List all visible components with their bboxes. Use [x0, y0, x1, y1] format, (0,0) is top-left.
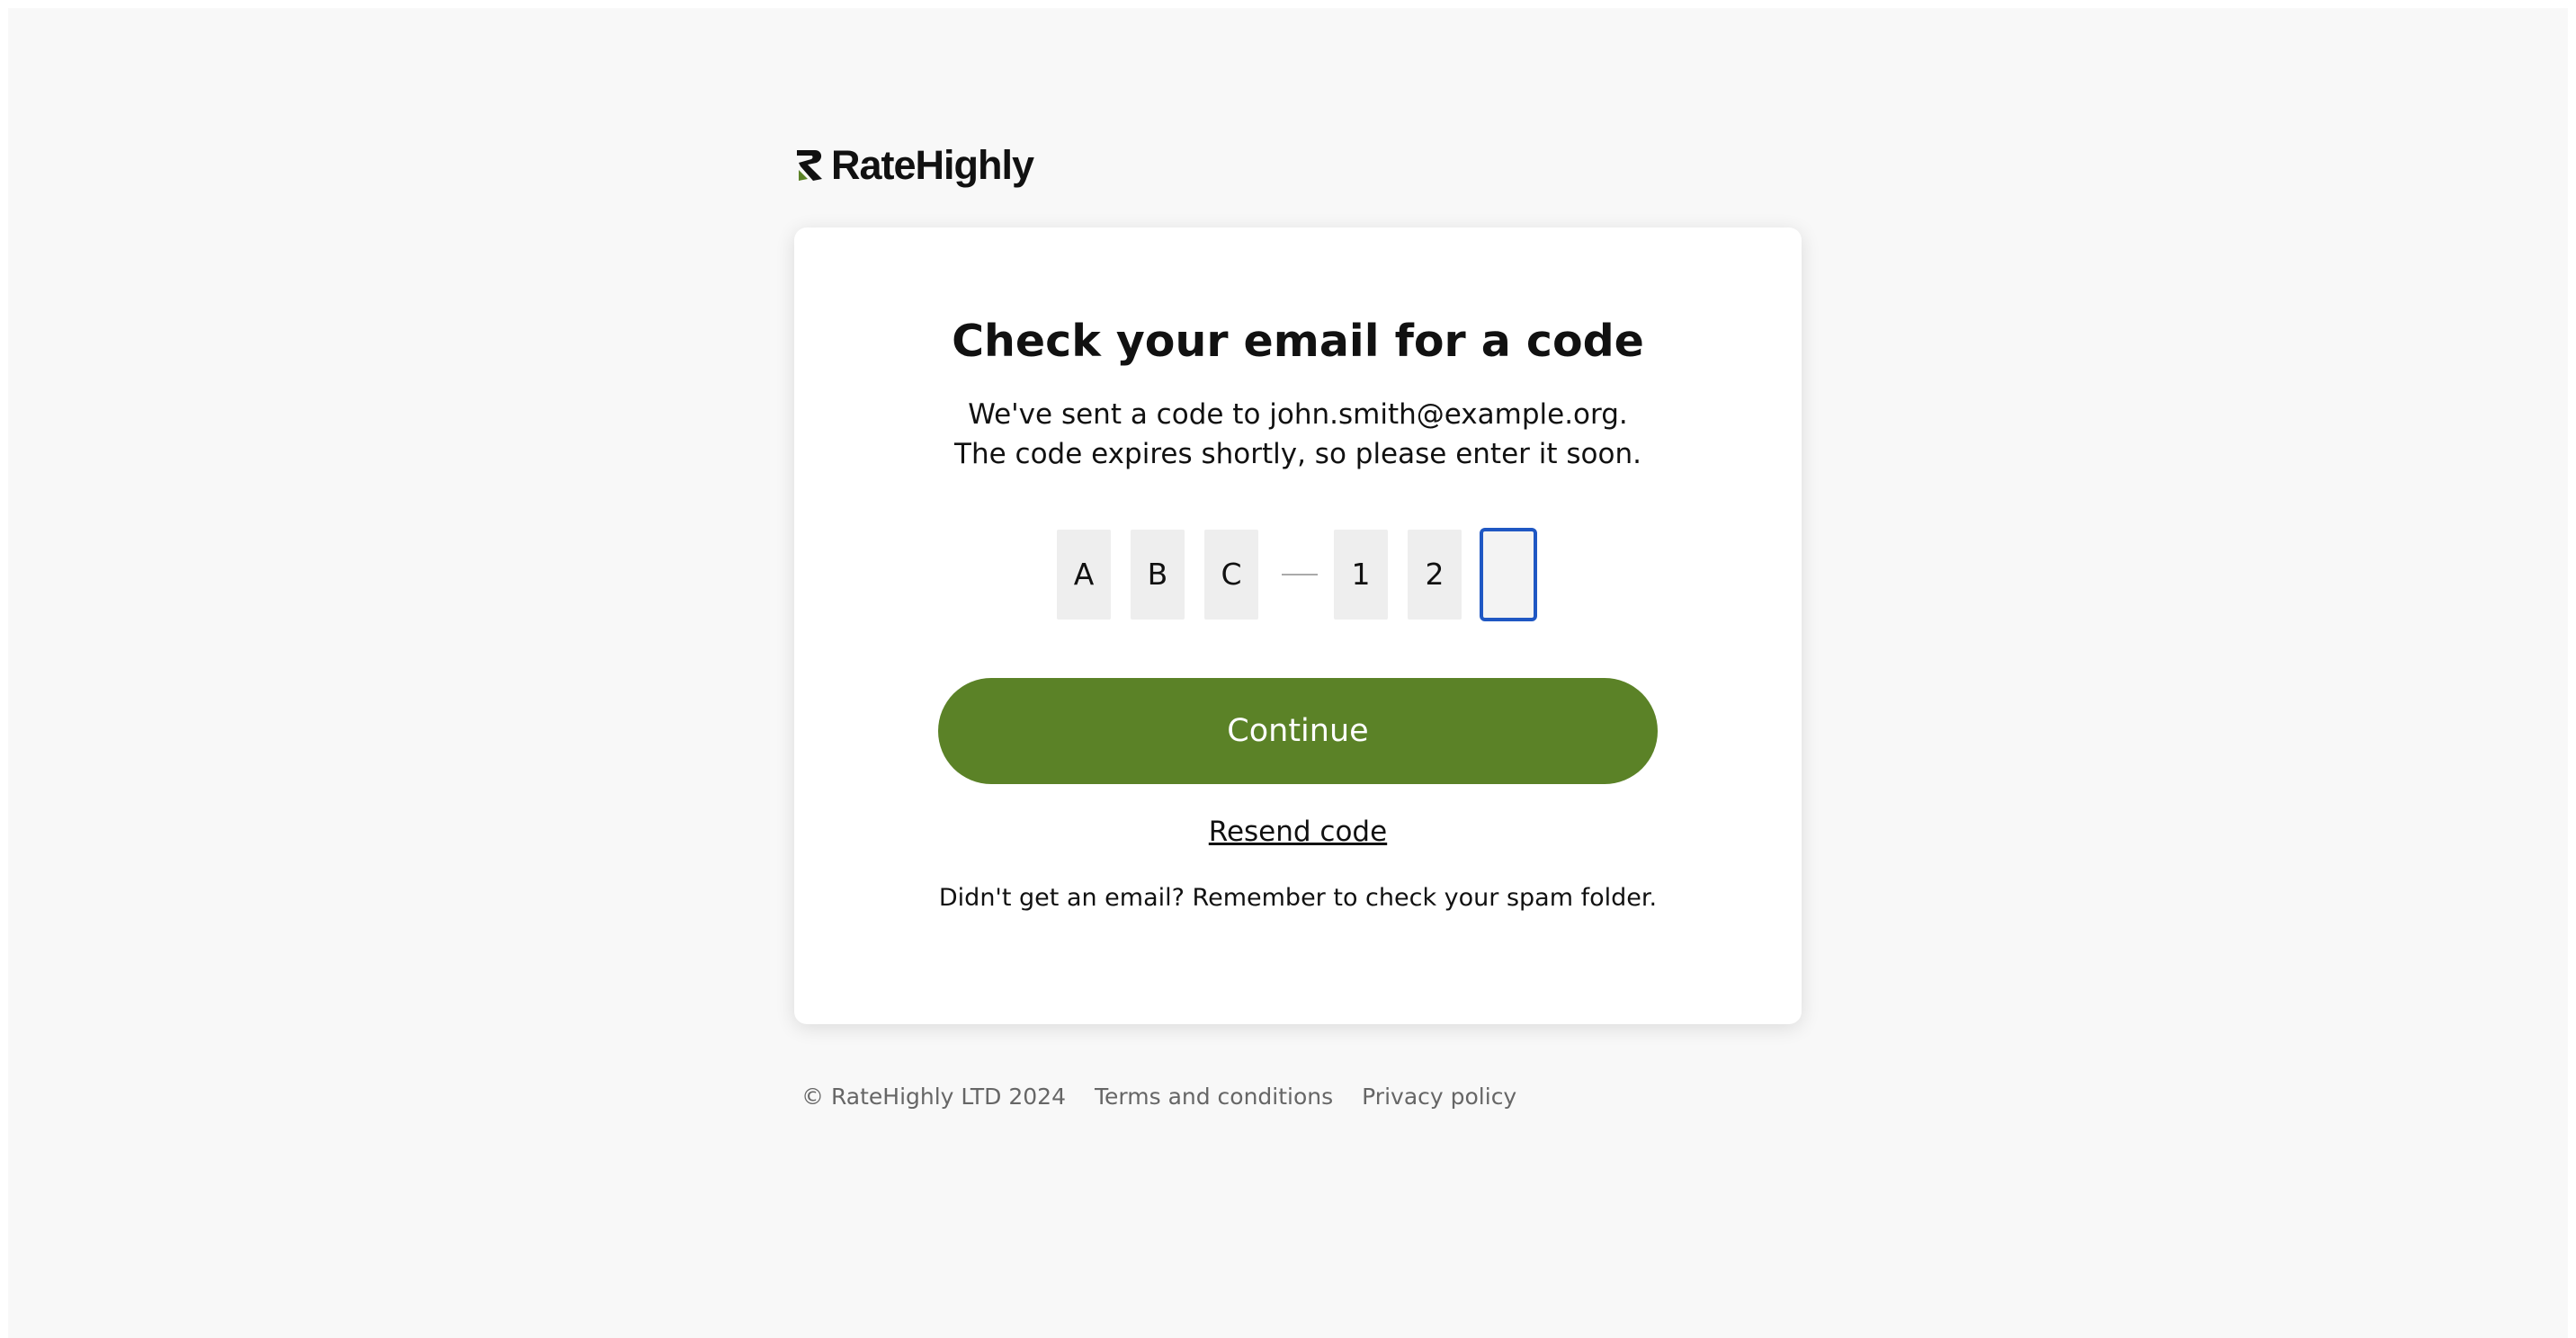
spam-note: Didn't get an email? Remember to check y… [938, 884, 1658, 912]
resend-code-container: Resend code [794, 816, 1802, 848]
code-digit-4[interactable]: 1 [1334, 530, 1388, 620]
resend-code-link[interactable]: Resend code [1209, 816, 1387, 848]
code-digit-5[interactable]: 2 [1408, 530, 1462, 620]
privacy-link[interactable]: Privacy policy [1362, 1084, 1516, 1110]
code-digit-1[interactable]: A [1057, 530, 1111, 620]
copyright-text: © RateHighly LTD 2024 [801, 1084, 1066, 1110]
continue-button[interactable]: Continue [938, 678, 1658, 784]
brand-logo[interactable]: RateHighly [795, 142, 1034, 188]
page-background: RateHighly Check your email for a code W… [8, 8, 2568, 1338]
page-title: Check your email for a code [952, 316, 1644, 367]
ratehighly-logo-icon [797, 150, 822, 181]
code-digit-2[interactable]: B [1131, 530, 1185, 620]
code-digit-6[interactable] [1480, 528, 1537, 621]
brand-name: RateHighly [831, 142, 1034, 188]
footer: © RateHighly LTD 2024 Terms and conditio… [801, 1084, 1545, 1110]
verification-card: Check your email for a code We've sent a… [794, 227, 1802, 1024]
code-separator [1282, 574, 1318, 575]
terms-link[interactable]: Terms and conditions [1095, 1084, 1333, 1110]
instructions: We've sent a code to john.smith@example.… [794, 395, 1802, 474]
instructions-line-2: The code expires shortly, so please ente… [954, 438, 1641, 470]
code-digit-3[interactable]: C [1204, 530, 1258, 620]
code-input-group: A B C 1 2 [1057, 528, 1543, 621]
instructions-line-1: We've sent a code to john.smith@example.… [968, 398, 1628, 431]
